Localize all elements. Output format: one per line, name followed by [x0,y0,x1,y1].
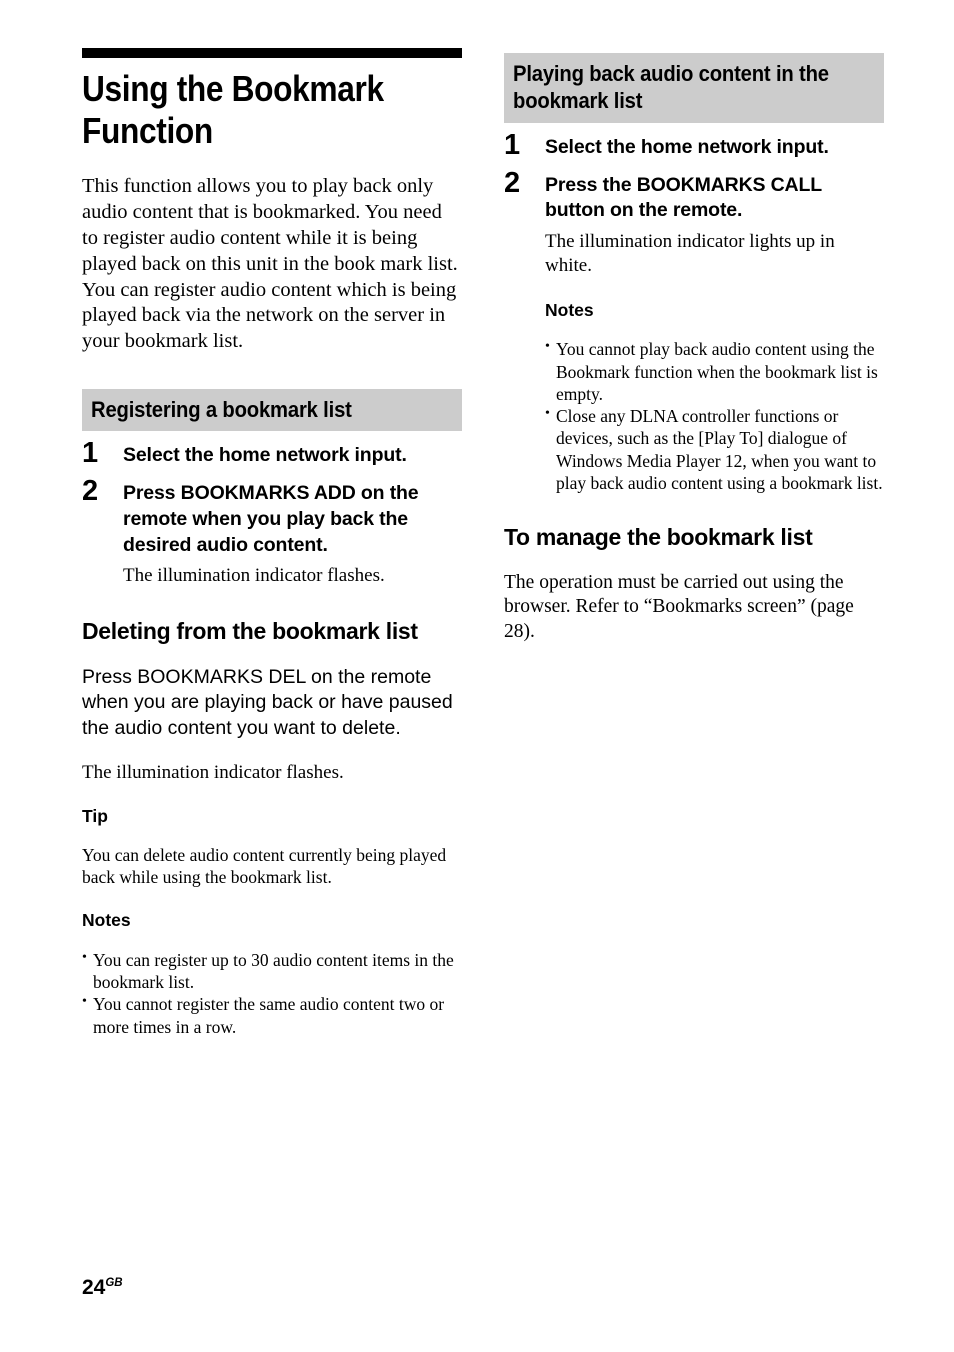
intro-text: This function allows you to play back on… [82,174,462,355]
manage-body: The operation must be carried out using … [504,571,854,642]
notes-list: You cannot play back audio content using… [545,338,884,494]
step-text: Press the BOOKMARKS CALL button on the r… [545,173,822,222]
deleting-body: Press BOOKMARKS DEL on the remote when y… [82,666,453,739]
step-number: 2 [82,475,99,508]
step-text: Select the home network input. [123,444,407,467]
section-header-label: Playing back audio content in the bookma… [513,61,829,114]
intro-paragraph-1: This function allows you to play back on… [82,175,458,275]
left-column: Using the Bookmark Function This functio… [82,0,462,1038]
subheading-deleting: Deleting from the bookmark list [82,618,418,645]
tip-heading: Tip [82,806,108,827]
list-item: You cannot register the same audio conte… [82,993,462,1037]
notes-heading: Notes [82,910,131,931]
step-note: The illumination indicator lights up in … [545,231,835,277]
tip-body: You can delete audio content currently b… [82,844,447,887]
list-item: You cannot play back audio content using… [545,338,895,405]
notes-heading: Notes [545,299,594,320]
step-number: 2 [504,166,521,199]
step-text: Press BOOKMARKS ADD on the remote when y… [123,482,419,556]
step-item: 2 Press the BOOKMARKS CALL button on the… [504,168,884,278]
section-header-playing-back: Playing back audio content in the bookma… [504,53,884,123]
step-item: 2 Press BOOKMARKS ADD on the remote when… [82,477,462,588]
section-header-label: Registering a bookmark list [91,397,352,423]
list-item: Close any DLNA controller functions or d… [545,405,895,494]
deleting-body-note: The illumination indicator flashes. [82,761,344,783]
step-text: Select the home network input. [545,135,829,158]
right-notes-group: Notes You cannot play back audio content… [545,300,884,494]
page-title: Using the Bookmark Function [82,68,384,152]
manual-page: Using the Bookmark Function This functio… [0,0,954,1352]
notes-list: You can register up to 30 audio content … [82,949,462,1038]
right-column: Playing back audio content in the bookma… [504,0,884,664]
step-note: The illumination indicator flashes. [123,565,385,587]
step-item: 1 Select the home network input. [82,439,462,469]
page-number: 24 [82,1276,106,1299]
subheading-manage: To manage the bookmark list [504,523,813,550]
list-item: You can register up to 30 audio content … [82,949,462,993]
title-rule [82,48,462,58]
step-number: 1 [504,128,521,161]
page-region-suffix: GB [105,1277,123,1289]
step-number: 1 [82,437,99,470]
step-item: 1 Select the home network input. [504,130,884,161]
intro-paragraph-2: You can register audio content which is … [82,278,457,353]
page-footer: 24GB [82,1277,123,1298]
section-header-registering: Registering a bookmark list [82,389,462,432]
